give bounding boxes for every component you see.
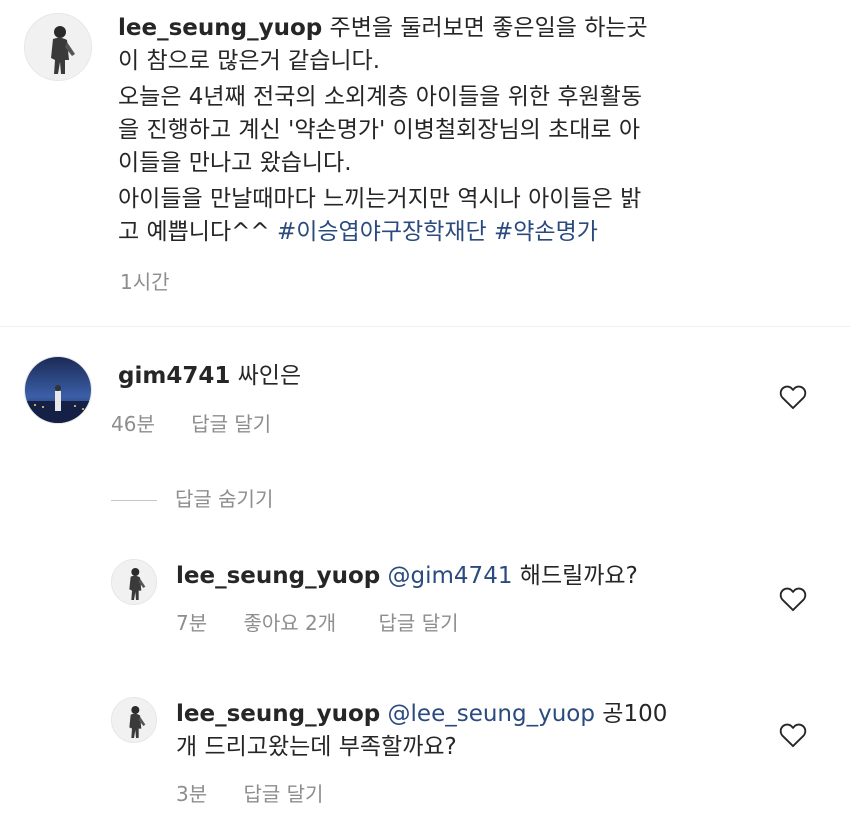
hide-replies-label: 답글 숨기기 [175, 487, 274, 511]
reply-button[interactable]: 답글 달기 [243, 780, 323, 808]
reply-text: 공100 [602, 701, 668, 727]
caption-text-4: 을 진행하고 계신 '약손명가' 이병철회장님의 초대로 아 [118, 117, 641, 143]
comment-text: 싸인은 [237, 363, 302, 389]
caption-text-2: 이 참으로 많은거 같습니다. [118, 48, 381, 74]
avatar-gim4741[interactable] [24, 356, 92, 424]
heart-outline-icon [779, 587, 807, 612]
hashtag-link[interactable]: #약손명가 [494, 219, 598, 245]
reply-time: 3분 [176, 782, 208, 806]
reply-username[interactable]: lee_seung_yuop [176, 701, 380, 727]
person-photo-icon [25, 14, 91, 80]
caption-text-5: 이들을 만나고 왔습니다. [118, 150, 352, 176]
comment-meta: 46분 답글 달기 [111, 410, 271, 438]
likes-count[interactable]: 좋아요 2개 [243, 609, 336, 637]
mention-link[interactable]: @gim4741 [388, 563, 513, 589]
hashtag-link[interactable]: #이승엽야구장학재단 [277, 219, 487, 245]
heart-outline-icon [779, 723, 807, 748]
reply-button[interactable]: 답글 달기 [379, 609, 459, 637]
avatar-lee-seung-yuop[interactable] [24, 13, 92, 81]
caption-text-1: 주변을 둘러보면 좋은일을 하는곳 [329, 15, 648, 41]
like-button[interactable] [779, 722, 807, 748]
divider [0, 326, 850, 327]
caption-text-3: 오늘은 4년째 전국의 소외계층 아이들을 위한 후원활동 [118, 84, 643, 110]
reply-text: 해드릴까요? [519, 563, 638, 589]
caption-line-1: lee_seung_yuop 주변을 둘러보면 좋은일을 하는곳 [118, 12, 648, 45]
caption-username[interactable]: lee_seung_yuop [118, 15, 322, 41]
reply-time: 7분 [176, 611, 208, 635]
reply-username[interactable]: lee_seung_yuop [176, 563, 380, 589]
night-city-photo-icon [25, 357, 91, 423]
person-photo-icon [112, 560, 156, 604]
like-button[interactable] [779, 384, 807, 410]
reply-meta: 3분 답글 달기 [176, 780, 323, 808]
caption-text-7: 고 예쁩니다^^ #이승엽야구장학재단 #약손명가 [118, 216, 598, 249]
reply-button[interactable]: 답글 달기 [191, 410, 271, 438]
person-photo-icon [112, 698, 156, 742]
reply-line: lee_seung_yuop @gim4741 해드릴까요? [176, 560, 638, 593]
caption-text-last: 고 예쁩니다^^ [118, 219, 277, 245]
comment-time: 46분 [111, 412, 155, 436]
like-button[interactable] [779, 586, 807, 612]
reply-meta: 7분 좋아요 2개 답글 달기 [176, 609, 459, 637]
heart-outline-icon [779, 385, 807, 410]
avatar-lee-seung-yuop[interactable] [111, 559, 157, 605]
mention-link[interactable]: @lee_seung_yuop [388, 701, 595, 727]
hide-replies-toggle[interactable]: 답글 숨기기 [111, 485, 273, 513]
reply-text-2: 개 드리고왔는데 부족할까요? [176, 734, 457, 760]
toggle-dash [111, 500, 157, 501]
avatar-lee-seung-yuop[interactable] [111, 697, 157, 743]
comment-line: gim4741 싸인은 [118, 360, 301, 393]
caption-text-6: 아이들을 만날때마다 느끼는거지만 역시나 아이들은 밝 [118, 186, 642, 212]
comment-username[interactable]: gim4741 [118, 363, 230, 389]
caption-time: 1시간 [120, 270, 170, 294]
reply-line: lee_seung_yuop @lee_seung_yuop 공100 [176, 698, 667, 731]
